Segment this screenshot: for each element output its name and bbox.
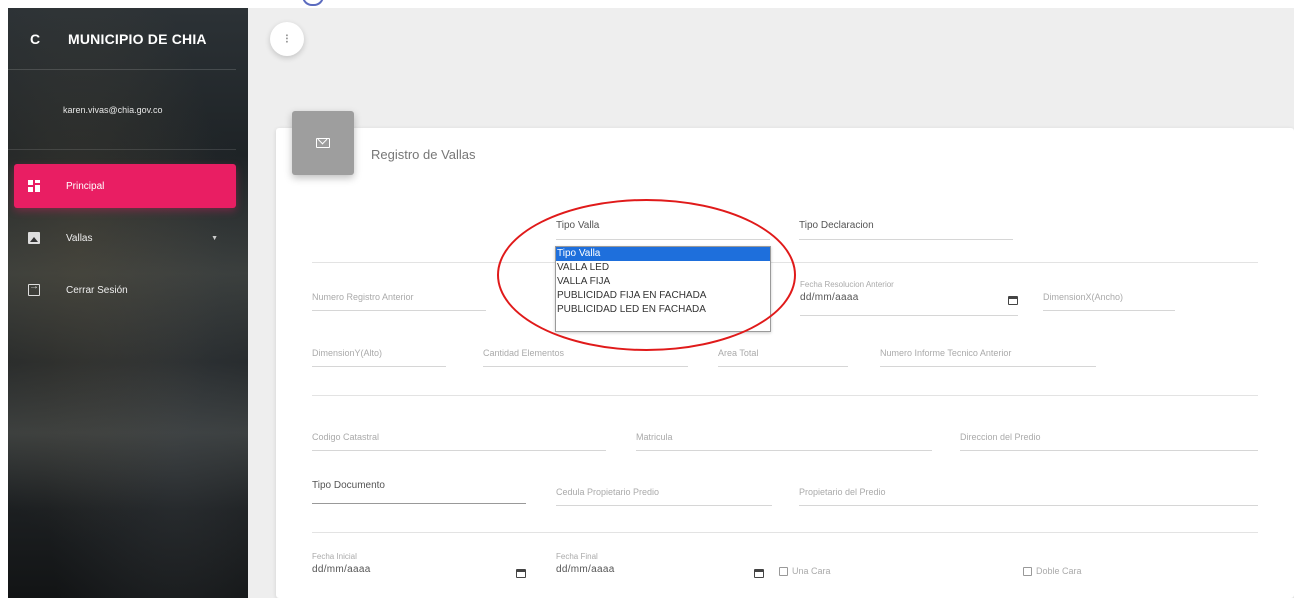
sidebar-item-label: Principal: [66, 180, 105, 192]
option-valla-led[interactable]: VALLA LED: [556, 261, 770, 275]
brand[interactable]: C MUNICIPIO DE CHIA: [8, 8, 236, 70]
calendar-icon[interactable]: [754, 569, 764, 578]
date-placeholder: dd/mm/aaaa: [312, 564, 371, 575]
propietario-predio-input[interactable]: Propietario del Predio: [799, 487, 1258, 506]
more-vert-icon: ⁝: [284, 31, 290, 46]
user-email[interactable]: karen.vivas@chia.gov.co: [8, 70, 236, 150]
area-total-input[interactable]: Area Total: [718, 348, 848, 367]
cantidad-elementos-input[interactable]: Cantidad Elementos: [483, 348, 688, 367]
sidebar-item-label: Cerrar Sesión: [66, 284, 128, 296]
direccion-predio-input[interactable]: Direccion del Predio: [960, 432, 1258, 451]
field-label: Fecha Final: [556, 552, 598, 561]
calendar-icon[interactable]: [1008, 296, 1018, 305]
mail-icon: [316, 138, 330, 148]
top-navbar: ⁝: [248, 8, 1294, 78]
checkbox-label: Una Cara: [792, 566, 831, 576]
sidebar-toggle-button[interactable]: ⁝: [270, 22, 304, 56]
sidebar-nav: Principal Vallas ▼ Cerrar Sesión: [8, 164, 248, 312]
field-label: Fecha Inicial: [312, 552, 357, 561]
image-icon: [28, 232, 40, 244]
sidebar-item-label: Vallas: [66, 232, 93, 244]
checkbox-box[interactable]: [1023, 566, 1032, 576]
fecha-inicial-input[interactable]: Fecha Inicial dd/mm/aaaa: [312, 552, 526, 588]
tipo-declaracion-select[interactable]: Tipo Declaracion: [799, 220, 1013, 240]
dashboard-icon: [28, 180, 40, 192]
date-placeholder: dd/mm/aaaa: [556, 564, 615, 575]
card-title: Registro de Vallas: [371, 147, 476, 162]
option-tipo-valla[interactable]: Tipo Valla: [556, 247, 770, 261]
option-publicidad-fija-fachada[interactable]: PUBLICIDAD FIJA EN FACHADA: [556, 289, 770, 303]
checkbox-label: Doble Cara: [1036, 566, 1082, 576]
dimension-y-input[interactable]: DimensionY(Alto): [312, 348, 446, 367]
numero-registro-anterior-input[interactable]: Numero Registro Anterior: [312, 292, 486, 311]
field-label: Fecha Resolucion Anterior: [800, 280, 894, 289]
caret-down-icon: ▼: [211, 234, 218, 242]
option-valla-fija[interactable]: VALLA FIJA: [556, 275, 770, 289]
sidebar: C MUNICIPIO DE CHIA karen.vivas@chia.gov…: [8, 8, 248, 598]
brand-name: MUNICIPIO DE CHIA: [68, 30, 207, 47]
tipo-documento-select[interactable]: Tipo Documento: [312, 480, 526, 504]
option-publicidad-led-fachada[interactable]: PUBLICIDAD LED EN FACHADA: [556, 303, 770, 317]
exit-icon: [28, 281, 40, 296]
numero-informe-tecnico-input[interactable]: Numero Informe Tecnico Anterior: [880, 348, 1096, 367]
brand-mini-logo: C: [30, 30, 41, 47]
tipo-valla-options-list[interactable]: Tipo Valla VALLA LED VALLA FIJA PUBLICID…: [555, 246, 771, 332]
matricula-input[interactable]: Matricula: [636, 432, 932, 451]
una-cara-checkbox[interactable]: Una Cara: [779, 566, 831, 576]
top-logo-fragment: [280, 0, 340, 6]
row-divider: [312, 395, 1258, 396]
row-divider: [312, 262, 1258, 263]
date-placeholder: dd/mm/aaaa: [800, 292, 859, 303]
row-divider: [312, 532, 1258, 533]
cedula-propietario-input[interactable]: Cedula Propietario Predio: [556, 487, 772, 506]
calendar-icon[interactable]: [516, 569, 526, 578]
sidebar-item-principal[interactable]: Principal: [14, 164, 236, 208]
fecha-resolucion-anterior-input[interactable]: Fecha Resolucion Anterior dd/mm/aaaa: [800, 280, 1018, 316]
sidebar-item-cerrar-sesion[interactable]: Cerrar Sesión: [14, 268, 236, 312]
card-header-icon: [292, 111, 354, 175]
checkbox-box[interactable]: [779, 566, 788, 576]
tipo-valla-select[interactable]: Tipo Valla: [556, 220, 770, 240]
sidebar-item-vallas[interactable]: Vallas ▼: [14, 216, 236, 260]
dimension-x-input[interactable]: DimensionX(Ancho): [1043, 292, 1175, 311]
codigo-catastral-input[interactable]: Codigo Catastral: [312, 432, 606, 451]
doble-cara-checkbox[interactable]: Doble Cara: [1023, 566, 1082, 576]
fecha-final-input[interactable]: Fecha Final dd/mm/aaaa: [556, 552, 764, 588]
